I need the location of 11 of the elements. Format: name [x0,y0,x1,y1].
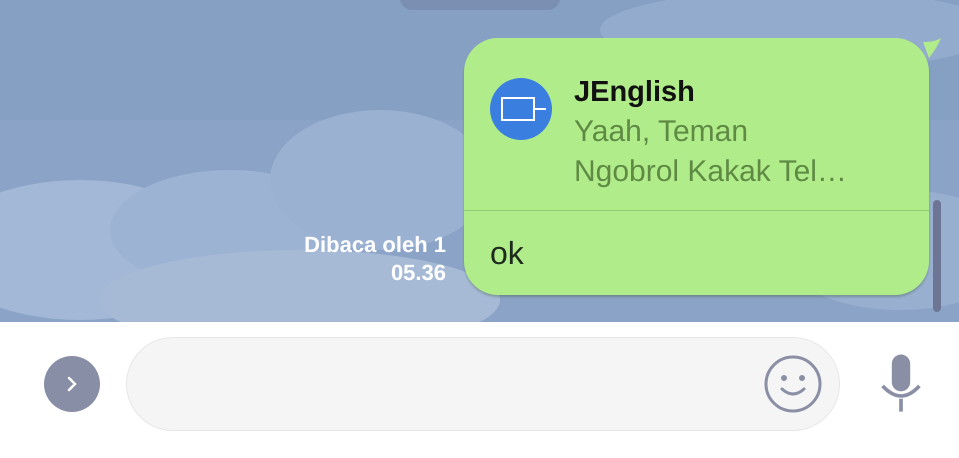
read-status: Dibaca oleh 1 [304,231,446,259]
bubble-tail [923,38,943,58]
card-description: Yaah, Teman [574,114,748,150]
avatar-icon [490,78,552,140]
card-title: JEnglish [574,75,695,110]
scrollbar[interactable] [933,200,941,312]
card-description: Ngobrol Kakak Tel… [574,154,847,190]
shared-card[interactable]: JEnglish Yaah, Teman Ngobrol Kakak Tel… [464,38,929,211]
message-text: ok [489,234,525,273]
message-time: 05.36 [390,259,446,287]
emoji-icon[interactable] [763,354,823,414]
